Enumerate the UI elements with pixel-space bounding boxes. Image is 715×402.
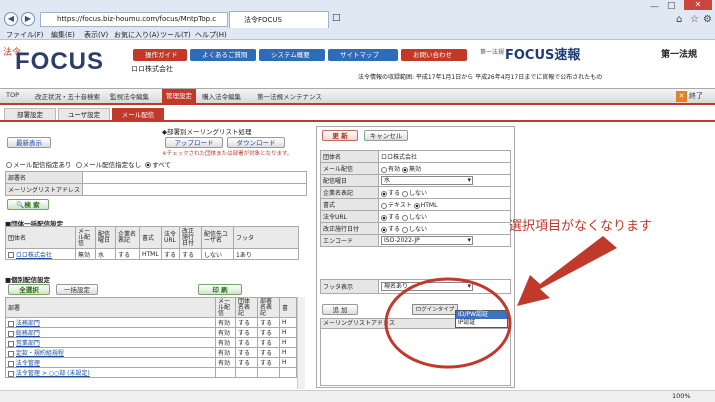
status-bar: 100%: [0, 390, 715, 402]
annotation-arrow: [517, 236, 617, 306]
annotation-overlay: [384, 236, 617, 369]
highlight-circle: [384, 277, 512, 369]
zoom-level[interactable]: 100%: [672, 392, 691, 400]
annotation-text: 選択項目がなくなります: [509, 219, 653, 234]
